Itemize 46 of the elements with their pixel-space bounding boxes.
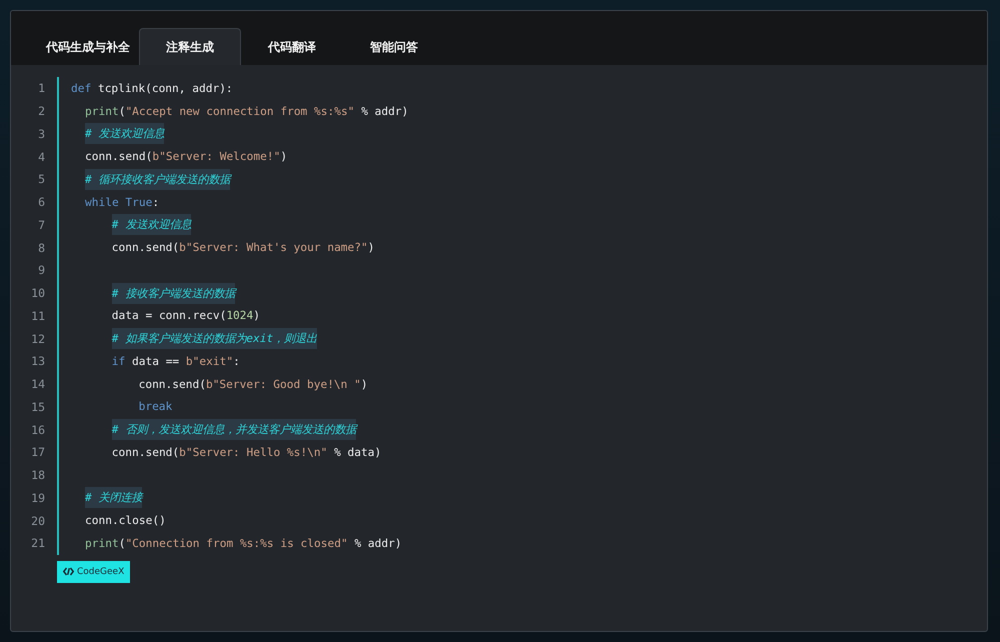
- tab[interactable]: 代码翻译: [241, 28, 343, 65]
- line-number: 3: [37, 126, 45, 141]
- code-line: if data == b"exit":: [112, 354, 240, 370]
- code-comment: # 关闭连接: [85, 486, 142, 510]
- code-comment: # 接收客户端发送的数据: [112, 282, 236, 304]
- line-number: 10: [30, 286, 45, 300]
- code-comment: # 发送欢迎信息: [112, 214, 192, 236]
- line-number: 1: [37, 81, 45, 96]
- tab[interactable]: 智能问答: [343, 28, 445, 65]
- line-number: 20: [30, 514, 45, 528]
- code-line: print("Connection from %s:%s is closed" % addr): [85, 536, 402, 552]
- line-number: 9: [37, 263, 45, 278]
- line-number: 2: [37, 104, 45, 118]
- line-number: 5: [37, 172, 45, 186]
- line-number: 14: [30, 377, 45, 392]
- code-line: conn.send(b"Server: Hello %s!\n" % data): [112, 444, 382, 461]
- code-icon: [63, 567, 74, 576]
- line-number: 6: [37, 195, 45, 210]
- line-number: 21: [30, 536, 45, 550]
- line-number: 17: [30, 445, 45, 460]
- code-line: data = conn.recv(1024): [112, 308, 260, 324]
- code-line: conn.send(b"Server: What's your name?"): [112, 240, 374, 256]
- line-number: 13: [30, 354, 45, 368]
- code-comment: # 否则，发送欢迎信息，并发送客户端发送的数据: [112, 418, 356, 441]
- code-comment: # 如果客户端发送的数据为exit，则退出: [112, 327, 318, 350]
- code-comment: # 循环接收客户端发送的数据: [85, 168, 230, 191]
- code-line: def tcplink(conn, addr):: [71, 80, 233, 97]
- line-number: 8: [37, 240, 45, 255]
- code-comment: # 发送欢迎信息: [85, 122, 164, 146]
- code-line: while True:: [85, 194, 160, 211]
- line-number: 7: [37, 218, 45, 232]
- code-line: conn.send(b"Server: Good bye!\n "): [138, 376, 368, 393]
- line-number: 15: [30, 400, 45, 414]
- line-number: 11: [30, 308, 45, 323]
- line-number: 4: [37, 150, 45, 164]
- tab[interactable]: 代码生成与补全: [37, 28, 139, 65]
- line-number: 19: [30, 490, 45, 505]
- line-number: 16: [30, 422, 45, 437]
- line-number: 18: [30, 468, 45, 482]
- code-line: conn.close(): [85, 513, 166, 530]
- tab[interactable]: 注释生成: [139, 28, 241, 65]
- code-line: break: [138, 399, 172, 416]
- badge-label: CodeGeeX: [77, 566, 124, 577]
- code-line: print("Accept new connection from %s:%s" % addr): [85, 104, 408, 120]
- line-number: 12: [30, 332, 45, 346]
- code-line: conn.send(b"Server: Welcome!"): [85, 149, 288, 166]
